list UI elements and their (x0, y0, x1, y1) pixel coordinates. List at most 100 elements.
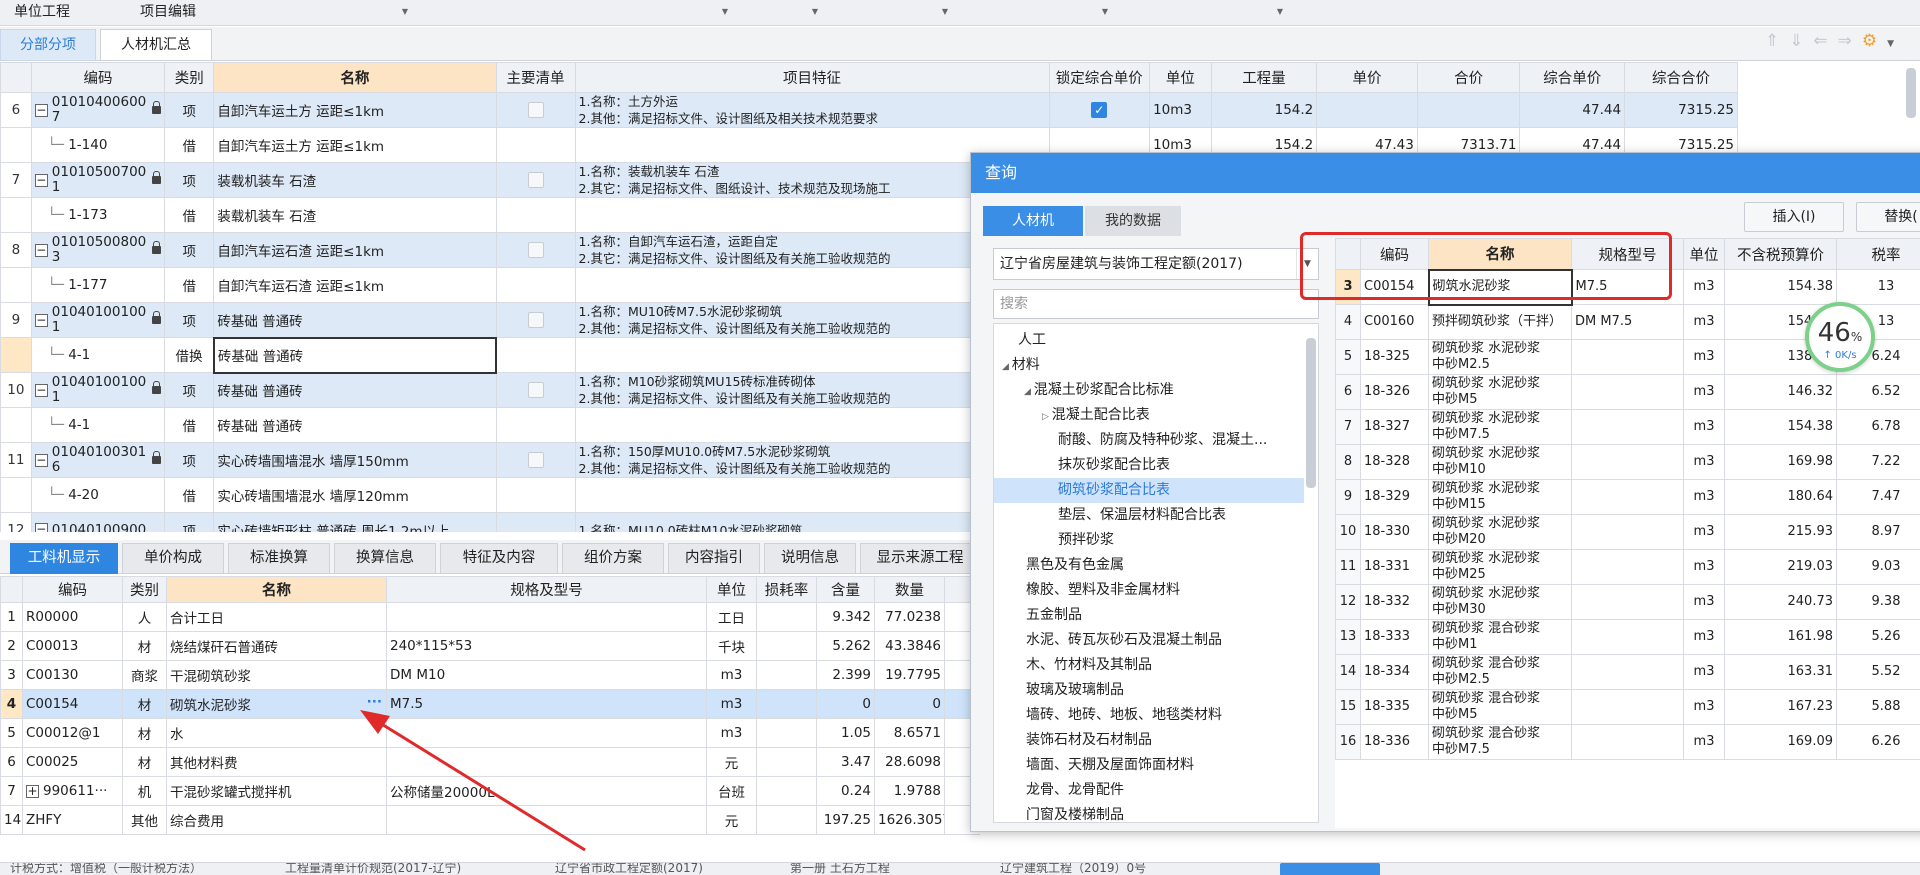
code-cell[interactable]: −01040100100 1 (30, 302, 166, 338)
code-cell[interactable]: └─ 4-1 (30, 337, 166, 373)
name-cell[interactable]: 砌筑砂浆 混合砂浆 中砂M7.5 (1428, 724, 1572, 760)
category-cell[interactable]: 材 (122, 631, 167, 661)
spec-cell[interactable] (1571, 584, 1684, 620)
tree-item[interactable]: 玻璃及玻璃制品 (994, 678, 1304, 703)
name-cell[interactable]: 装载机装车 石渣 (213, 197, 497, 233)
project-edit-dropdown[interactable]: 项目编辑 ▼ (126, 0, 416, 26)
unit-cell[interactable]: m3 (1683, 549, 1725, 585)
code-cell[interactable]: └─ 1-177 (30, 267, 166, 303)
toolbar-dropdown-1[interactable]: ▼ (416, 0, 736, 26)
content-cell[interactable]: 3.47 (816, 747, 875, 777)
price-cell[interactable]: 180.64 (1724, 479, 1837, 515)
code-cell[interactable]: 18-329 (1360, 479, 1429, 515)
name-cell[interactable]: 烧结煤矸石普通砖 (166, 631, 387, 661)
lock-price-cell[interactable]: ✓ (1048, 92, 1151, 128)
tree-item[interactable]: 黑色及有色金属 (994, 553, 1304, 578)
code-cell[interactable]: C00013 (22, 631, 123, 661)
code-cell[interactable]: 18-331 (1360, 549, 1429, 585)
collapse-icon[interactable]: − (34, 453, 48, 467)
tree-item[interactable]: 墙砖、地砖、地板、地毯类材料 (994, 703, 1304, 728)
col-category[interactable]: 类别 (164, 62, 215, 93)
name-cell[interactable]: 自卸汽车运石渣 运距≤1km (213, 232, 497, 268)
unit-cell[interactable]: m3 (1683, 409, 1725, 445)
collapse-icon[interactable]: ◢ (1024, 387, 1034, 397)
category-cell[interactable]: 项 (164, 442, 215, 478)
code-cell[interactable]: └─ 4-1 (30, 407, 166, 443)
unit-cell[interactable]: m3 (706, 689, 757, 719)
tax-rate-cell[interactable]: 6.78 (1836, 409, 1920, 445)
category-cell[interactable]: 人 (122, 602, 167, 632)
dialog-title-bar[interactable]: 查询 (971, 153, 1920, 193)
tax-rate-cell[interactable]: 7.47 (1836, 479, 1920, 515)
quantity-cell[interactable]: 43.3846 (874, 631, 945, 661)
main-list-cell[interactable] (495, 512, 576, 532)
name-cell[interactable]: 实心砖墙围墙混水 墙厚150mm (213, 442, 497, 478)
name-cell[interactable]: 砖基础 普通砖 (213, 407, 497, 443)
spec-cell[interactable] (1571, 479, 1684, 515)
main-list-cell[interactable] (495, 162, 576, 198)
tax-rate-cell[interactable]: 8.97 (1836, 514, 1920, 550)
col-unit[interactable]: 单位 (1149, 62, 1212, 93)
quota-library-select[interactable]: 辽宁省房屋建筑与装饰工程定额(2017) ▼ (993, 248, 1319, 280)
main-table-scrollbar[interactable] (1906, 68, 1916, 118)
table-row[interactable]: 14 18-334 砌筑砂浆 混合砂浆 中砂M2.5 m3 163.31 5.52 (1335, 654, 1920, 690)
spec-cell[interactable]: DM M10 (386, 660, 707, 690)
spec-cell[interactable] (386, 602, 707, 632)
main-list-cell[interactable] (495, 92, 576, 128)
main-list-checkbox[interactable] (527, 452, 544, 468)
tree-item[interactable]: 垫层、保温层材料配合比表 (994, 503, 1304, 528)
main-list-checkbox[interactable] (527, 172, 544, 188)
code-cell[interactable]: 18-326 (1360, 374, 1429, 410)
tree-item[interactable]: 五金制品 (994, 603, 1304, 628)
move-up-icon[interactable]: ⇑ (1765, 31, 1789, 51)
code-cell[interactable]: −01010500700 1 (30, 162, 166, 198)
col-code[interactable]: 编码 (30, 62, 166, 93)
name-cell[interactable]: 砌筑砂浆 混合砂浆 中砂M2.5 (1428, 654, 1572, 690)
tab-fenbu-fenxiang[interactable]: 分部分项 (0, 29, 96, 61)
tax-rate-cell[interactable]: 5.26 (1836, 619, 1920, 655)
name-cell[interactable]: 砌筑砂浆 水泥砂浆 中砂M15 (1428, 479, 1572, 515)
code-cell[interactable]: 18-335 (1360, 689, 1429, 725)
name-cell[interactable]: 砌筑砂浆 水泥砂浆 中砂M5 (1428, 374, 1572, 410)
tab-tezheng-neirong[interactable]: 特征及内容 (440, 543, 558, 574)
name-cell[interactable]: 合计工日 (166, 602, 387, 632)
tree-item[interactable]: 装饰石材及石材制品 (994, 728, 1304, 753)
unit-cell[interactable]: m3 (1683, 444, 1725, 480)
table-row[interactable]: 15 18-335 砌筑砂浆 混合砂浆 中砂M5 m3 167.23 5.88 (1335, 689, 1920, 725)
tax-rate-cell[interactable]: 5.52 (1836, 654, 1920, 690)
code-cell[interactable]: C00154 (22, 689, 123, 719)
tab-rencaiji-huizong[interactable]: 人材机汇总 (100, 29, 212, 61)
collapse-icon[interactable]: − (34, 173, 48, 187)
tab-zujia-fangan[interactable]: 组价方案 (562, 543, 664, 574)
unit-price-cell[interactable] (1316, 92, 1418, 128)
spec-cell[interactable] (1571, 724, 1684, 760)
category-cell[interactable]: 项 (164, 162, 215, 198)
tree-item[interactable]: 墙面、天棚及屋面饰面材料 (994, 753, 1304, 778)
price-cell[interactable]: 215.93 (1724, 514, 1837, 550)
unit-cell[interactable]: m3 (706, 718, 757, 748)
code-cell[interactable]: └─ 1-140 (30, 127, 166, 163)
name-cell[interactable]: 装载机装车 石渣 (213, 162, 497, 198)
content-cell[interactable]: 1.05 (816, 718, 875, 748)
table-row[interactable]: 2 C00013 材 烧结煤矸石普通砖 240*115*53 千块 5.262 43.3846 (0, 631, 980, 661)
tax-rate-cell[interactable]: 13 (1836, 269, 1920, 305)
tree-item[interactable]: 龙骨、龙骨配件 (994, 778, 1304, 803)
table-row[interactable]: 7 18-327 砌筑砂浆 水泥砂浆 中砂M7.5 m3 154.38 6.78 (1335, 409, 1920, 445)
unit-cell[interactable]: m3 (706, 660, 757, 690)
table-row[interactable]: 6 −01010400600 7 项 自卸汽车运土方 运距≤1km 1.名称：土方… (0, 92, 1738, 128)
code-cell[interactable]: −01040100301 6 (30, 442, 166, 478)
unit-cell[interactable]: 元 (706, 747, 757, 777)
tree-item[interactable]: 木、竹材料及其制品 (994, 653, 1304, 678)
code-cell[interactable]: 18-333 (1360, 619, 1429, 655)
price-cell[interactable]: 163.31 (1724, 654, 1837, 690)
category-cell[interactable]: 借 (164, 267, 215, 303)
name-cell[interactable]: 砖基础 普通砖 (212, 336, 498, 374)
code-cell[interactable]: └─ 1-173 (30, 197, 166, 233)
main-list-cell[interactable] (495, 442, 576, 478)
table-row[interactable]: 12 18-332 砌筑砂浆 水泥砂浆 中砂M30 m3 240.73 9.38 (1335, 584, 1920, 620)
main-list-checkbox[interactable] (527, 242, 544, 258)
search-input[interactable]: 搜索 (993, 289, 1319, 319)
price-cell[interactable]: 169.98 (1724, 444, 1837, 480)
main-list-checkbox[interactable] (527, 102, 544, 118)
name-cell[interactable]: 实心砖墙矩形柱 普通砖 周长1.2m以上 (213, 512, 497, 532)
